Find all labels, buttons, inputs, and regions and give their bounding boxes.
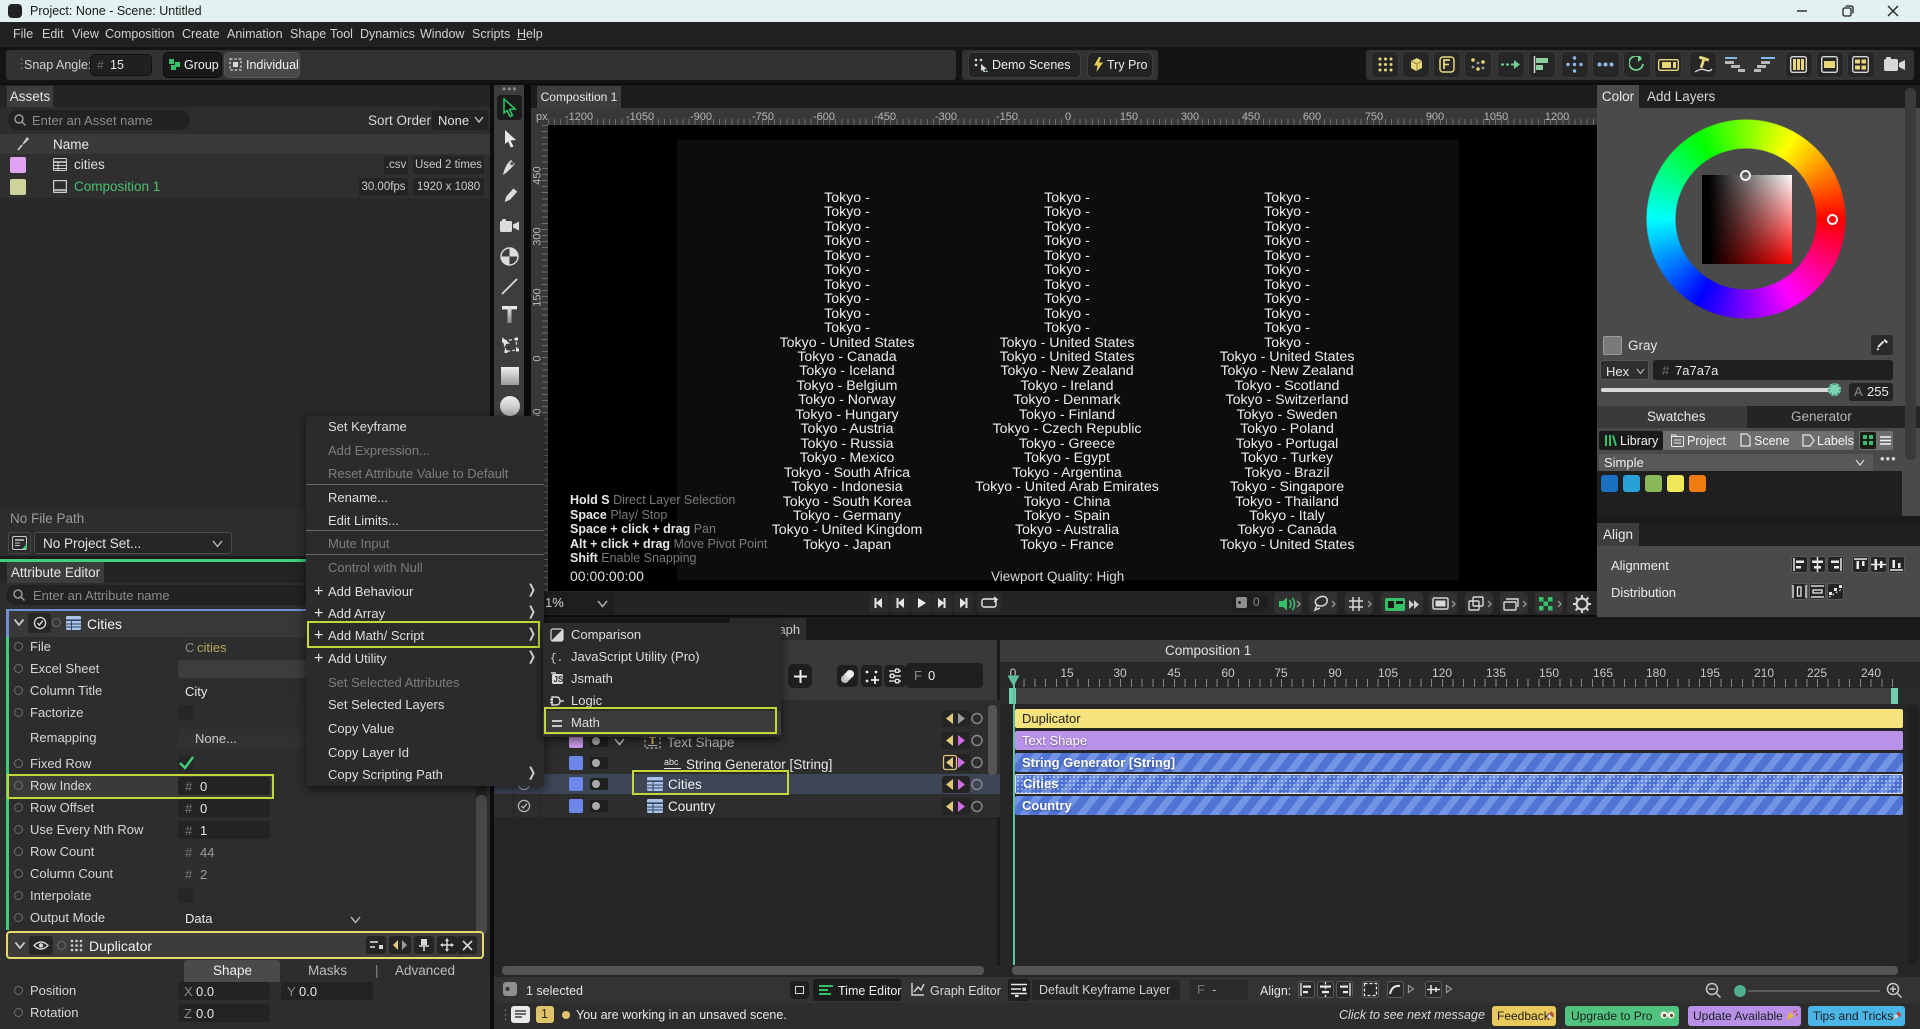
svg-text:{..}: {..}: [550, 653, 565, 664]
svg-text:JS: JS: [554, 675, 564, 684]
svg-text:abc: abc: [664, 757, 679, 767]
